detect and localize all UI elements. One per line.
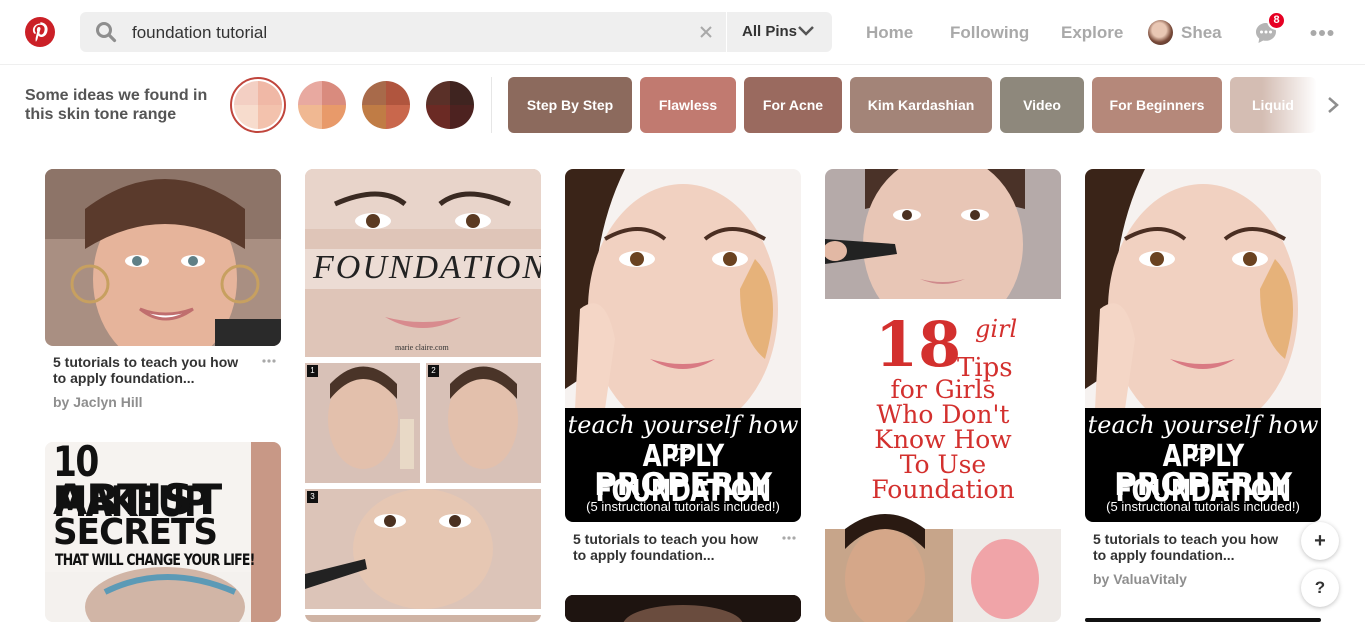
search-bar[interactable]: foundation tutorial All Pins (80, 12, 832, 52)
pin-image-text: girl (975, 315, 1018, 343)
nav-explore[interactable]: Explore (1061, 23, 1123, 43)
more-options-icon[interactable] (782, 536, 796, 540)
search-input[interactable]: foundation tutorial (132, 23, 267, 43)
chevron-down-icon[interactable] (797, 24, 815, 38)
pin-image-text: PROPERLY (593, 467, 773, 503)
pinterest-logo-icon[interactable] (25, 17, 55, 47)
pin-image[interactable]: teach yourself how to APPLY FOUNDATION P… (1085, 169, 1321, 522)
guide-chip-for-beginners[interactable]: For Beginners (1092, 77, 1222, 133)
pin-image-text: To Use (899, 450, 987, 479)
skin-tone-swatch-light-medium[interactable] (298, 81, 346, 129)
top-nav-bar: foundation tutorial All Pins Home Follow… (0, 0, 1365, 65)
pin-image-text: 2 (428, 365, 439, 377)
pin-image[interactable]: 10 MAKEUP ARTIST SECRETS THAT WILL CHANG… (45, 442, 281, 622)
guide-chip-for-acne[interactable]: For Acne (744, 77, 842, 133)
pin-image-text: THAT WILL CHANGE YOUR LIFE! (55, 550, 255, 569)
more-options-icon[interactable] (262, 359, 276, 363)
skin-tone-swatch-medium[interactable] (362, 81, 410, 129)
chips-fade (1262, 75, 1317, 135)
pin-title[interactable]: 5 tutorials to teach you how to apply fo… (573, 531, 773, 563)
guide-chip-flawless[interactable]: Flawless (640, 77, 736, 133)
skin-tone-label: Some ideas we found in this skin tone ra… (25, 87, 208, 123)
pin-image-text: PROPERLY (1113, 467, 1293, 503)
nav-home[interactable]: Home (866, 23, 913, 43)
pin-image-text: for Girls (890, 375, 996, 404)
pin-image-text: Who Don't (876, 400, 1010, 429)
pin-image[interactable]: teach yourself how to APPLY FOUNDATION P… (565, 169, 801, 522)
pin-image[interactable] (45, 169, 281, 346)
guide-chip-video[interactable]: Video (1000, 77, 1084, 133)
pin-image-text: Know How (874, 425, 1012, 454)
skin-tone-swatch-deep[interactable] (426, 81, 474, 129)
more-options-icon[interactable] (1310, 29, 1334, 37)
pin-image[interactable]: 18 girl Tips for Girls Who Don't Know Ho… (825, 169, 1061, 622)
search-icon (96, 22, 117, 43)
pin-image-text: (5 instructional tutorials included!) (1106, 499, 1300, 514)
pin-image-text: 18 (875, 308, 962, 381)
pin-image-text: FOUNDATION (313, 249, 541, 286)
pin-image[interactable] (565, 595, 801, 622)
pin-image-text: (5 instructional tutorials included!) (586, 499, 780, 514)
avatar[interactable] (1148, 20, 1173, 45)
pin-image[interactable]: FOUNDATION marie claire.com 1 2 3 (305, 169, 541, 622)
guide-chip-kim-kardashian[interactable]: Kim Kardashian (850, 77, 992, 133)
notification-badge: 8 (1267, 11, 1286, 30)
skin-tone-swatch-light[interactable] (234, 81, 282, 129)
guide-chip-step-by-step[interactable]: Step By Step (508, 77, 632, 133)
pin-image-text: marie claire.com (395, 343, 449, 352)
nav-following[interactable]: Following (950, 23, 1029, 43)
row-divider (491, 77, 492, 133)
pin-image-text: 1 (307, 365, 318, 377)
help-button[interactable]: ? (1301, 569, 1339, 607)
search-divider (726, 12, 727, 52)
pin-attribution[interactable]: by Jaclyn Hill (53, 394, 142, 410)
chevron-right-icon[interactable] (1326, 95, 1340, 115)
search-scope-dropdown[interactable]: All Pins (742, 23, 797, 40)
pin-title[interactable]: 5 tutorials to teach you how to apply fo… (53, 354, 253, 386)
pin-image-text: SECRETS (53, 512, 218, 553)
pin-image-text: Foundation (871, 475, 1015, 504)
clear-search-icon[interactable] (697, 23, 715, 41)
pin-image[interactable] (1085, 618, 1321, 622)
pin-title[interactable]: 5 tutorials to teach you how to apply fo… (1093, 531, 1293, 563)
pin-image-text: 3 (307, 491, 318, 503)
pin-attribution[interactable]: by ValuaVitaly (1093, 571, 1187, 587)
add-pin-button[interactable]: + (1301, 522, 1339, 560)
nav-profile[interactable]: Shea (1181, 23, 1222, 43)
